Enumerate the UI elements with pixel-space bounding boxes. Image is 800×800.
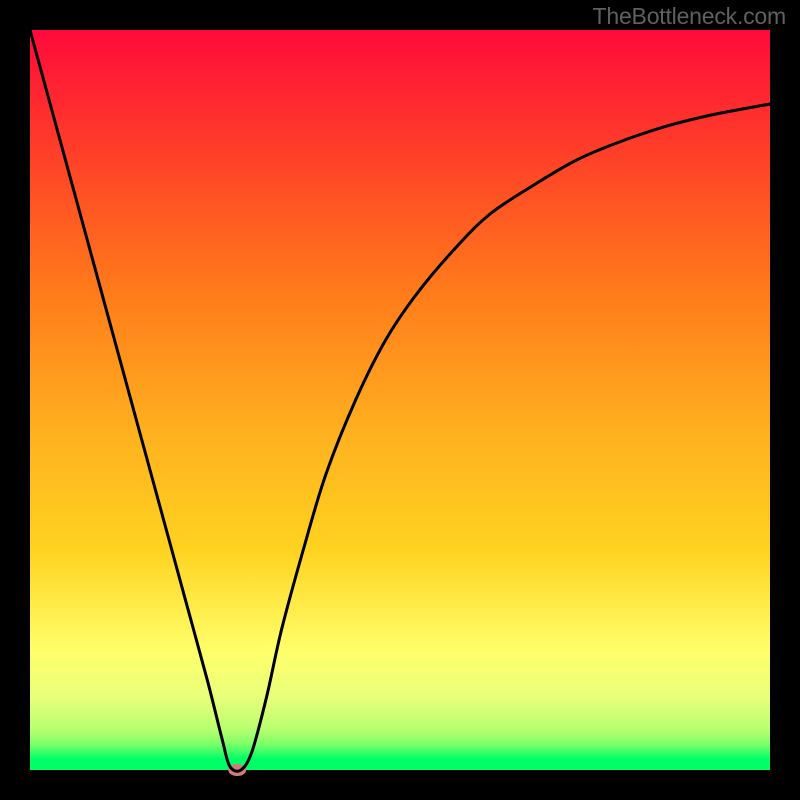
chart-svg	[0, 0, 800, 800]
chart-plot-area	[30, 30, 770, 770]
watermark-text: TheBottleneck.com	[593, 3, 786, 30]
chart-root: TheBottleneck.com	[0, 0, 800, 800]
